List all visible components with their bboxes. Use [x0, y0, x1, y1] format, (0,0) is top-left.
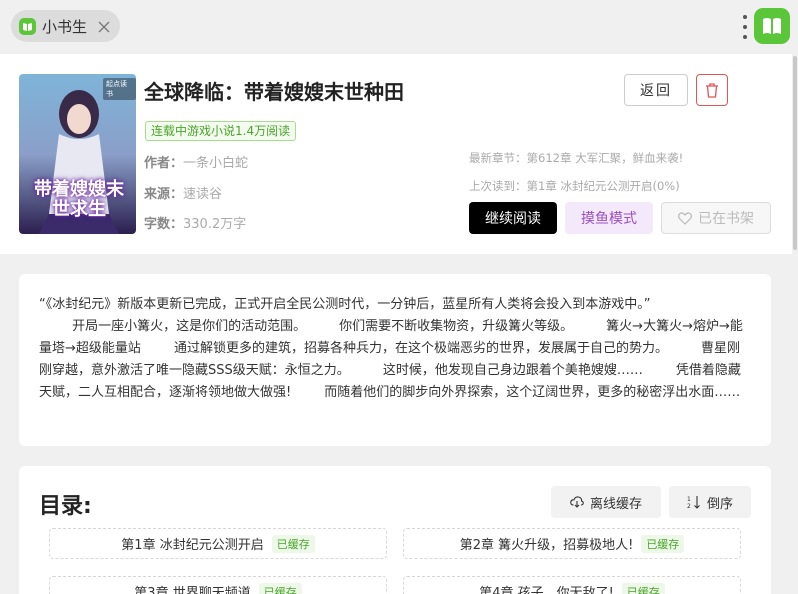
delete-button[interactable] — [696, 74, 728, 106]
svg-text:1: 1 — [687, 496, 691, 503]
cover-title: 带着嫂嫂末世求生 — [34, 179, 124, 220]
book-cover[interactable]: 起点读书 带着嫂嫂末世求生 — [19, 74, 136, 234]
chapter-item[interactable]: 第2章 篝火升级，招募极地人! 已缓存 — [403, 528, 741, 559]
more-menu-icon[interactable] — [742, 15, 748, 39]
cached-badge: 已缓存 — [621, 582, 665, 594]
source-name: 速读谷 — [183, 187, 223, 202]
trash-icon — [706, 82, 718, 98]
offline-cache-label: 离线缓存 — [589, 496, 642, 512]
book-description: “《冰封纪元》新版本更新已完成，正式开启全民公测时代，一分钟后，蓝星所有人类将会… — [39, 297, 743, 400]
source-label: 来源： — [144, 187, 184, 202]
author-label: 作者： — [144, 156, 184, 171]
heart-icon — [678, 211, 692, 225]
author-name: 一条小白蛇 — [183, 156, 249, 171]
back-button[interactable]: 返回 — [624, 74, 688, 106]
source-row: 来源：速读谷 — [144, 183, 222, 202]
chapter-title: 第4章 孩子，你无敌了! — [479, 586, 614, 594]
fish-mode-button[interactable]: 摸鱼模式 — [565, 202, 653, 234]
cloud-download-icon — [570, 496, 584, 508]
offline-cache-button[interactable]: 离线缓存 — [551, 486, 661, 518]
cached-badge: 已缓存 — [641, 534, 685, 553]
word-count-label: 字数： — [144, 217, 184, 232]
in-shelf-button[interactable]: 已在书架 — [661, 202, 771, 234]
sort-button[interactable]: 1 2 倒序 — [669, 486, 751, 518]
cached-badge: 已缓存 — [271, 534, 315, 553]
toc-card: 目录: 离线缓存 1 2 倒序 第1章 冰封纪元公测开启 已缓存 第2章 篝火升… — [19, 466, 771, 594]
author-row: 作者：一条小白蛇 — [144, 152, 248, 171]
chapter-item[interactable]: 第1章 冰封纪元公测开启 已缓存 — [49, 528, 387, 559]
book-header: 起点读书 带着嫂嫂末世求生 全球降临：带着嫂嫂末世种田 连载中游戏小说1.4万阅… — [0, 54, 792, 254]
app-logo-icon — [19, 17, 36, 35]
chapter-item[interactable]: 第3章 世界聊天频道 已缓存 — [49, 576, 387, 594]
close-icon[interactable] — [97, 19, 111, 33]
word-count-row: 字数：330.2万字 — [144, 213, 246, 232]
in-shelf-label: 已在书架 — [698, 211, 754, 227]
sort-icon: 1 2 — [687, 496, 700, 509]
last-read[interactable]: 上次读到：第1章 冰封纪元公测开启(0%) — [469, 178, 680, 194]
book-title: 全球降临：带着嫂嫂末世种田 — [144, 80, 404, 104]
app-tab-label: 小书生 — [42, 17, 88, 36]
chapter-title: 第3章 世界聊天频道 — [134, 586, 251, 594]
word-count: 330.2万字 — [183, 217, 247, 232]
app-home-button[interactable] — [754, 8, 790, 44]
chapter-title: 第2章 篝火升级，招募极地人! — [459, 538, 634, 553]
continue-reading-button[interactable]: 继续阅读 — [469, 202, 557, 234]
app-tab[interactable]: 小书生 — [11, 10, 120, 42]
description-card: “《冰封纪元》新版本更新已完成，正式开启全民公测时代，一分钟后，蓝星所有人类将会… — [19, 274, 771, 446]
cover-publisher-tag: 起点读书 — [103, 78, 136, 100]
title-bar: 小书生 — [0, 0, 798, 54]
cached-badge: 已缓存 — [258, 582, 302, 594]
chapter-item[interactable]: 第4章 孩子，你无敌了! 已缓存 — [403, 576, 741, 594]
chapter-title: 第1章 冰封纪元公测开启 — [121, 538, 264, 553]
scrollbar-thumb[interactable] — [793, 56, 797, 250]
toc-title: 目录: — [39, 494, 92, 519]
scrollbar[interactable] — [792, 54, 798, 594]
svg-text:2: 2 — [687, 503, 691, 509]
latest-chapter[interactable]: 最新章节：第612章 大军汇聚，鲜血来袭! — [469, 150, 683, 166]
sort-label: 倒序 — [706, 496, 733, 512]
status-badge: 连载中游戏小说1.4万阅读 — [145, 121, 297, 141]
